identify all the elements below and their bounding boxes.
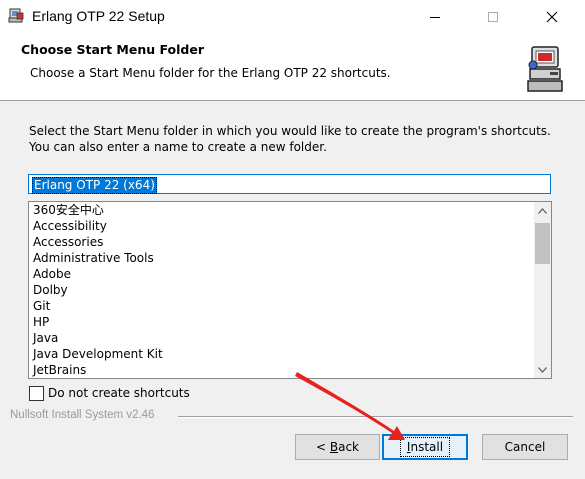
scroll-down-button[interactable] <box>534 361 551 378</box>
list-item[interactable]: 360安全中心 <box>33 202 104 218</box>
branding-divider <box>178 416 573 418</box>
branding-text: Nullsoft Install System v2.46 <box>10 409 155 421</box>
list-item[interactable]: Accessibility <box>33 218 107 234</box>
installer-computer-icon <box>527 46 563 92</box>
list-item[interactable]: Accessories <box>33 234 103 250</box>
page-header: Choose Start Menu Folder Choose a Start … <box>0 33 585 101</box>
page-subtitle: Choose a Start Menu folder for the Erlan… <box>30 66 391 80</box>
list-item[interactable]: Adobe <box>33 266 71 282</box>
install-button-label: Install <box>399 437 451 457</box>
maximize-button[interactable] <box>470 0 516 33</box>
back-button-label: < Back <box>315 440 359 454</box>
installer-app-icon <box>8 8 24 23</box>
scrollbar-thumb[interactable] <box>535 223 550 264</box>
maximize-icon <box>488 11 498 22</box>
list-item[interactable]: Java Development Kit <box>33 346 163 362</box>
page-title: Choose Start Menu Folder <box>21 42 204 57</box>
list-item[interactable]: JetBrains <box>33 362 86 378</box>
folder-name-value: Erlang OTP 22 (x64) <box>32 177 157 194</box>
back-button[interactable]: < Back <box>295 434 380 460</box>
no-shortcuts-checkbox[interactable] <box>29 386 44 401</box>
scroll-up-button[interactable] <box>534 202 551 219</box>
no-shortcuts-label[interactable]: Do not create shortcuts <box>48 386 190 400</box>
close-icon <box>546 11 558 22</box>
folder-list-scrollbar[interactable] <box>534 202 551 378</box>
list-item[interactable]: Administrative Tools <box>33 250 154 266</box>
folder-name-input[interactable]: Erlang OTP 22 (x64) <box>28 174 551 194</box>
chevron-up-icon <box>538 207 547 214</box>
list-item[interactable]: Java <box>33 330 58 346</box>
list-item[interactable]: Git <box>33 298 50 314</box>
close-button[interactable] <box>529 0 575 33</box>
list-item[interactable]: HP <box>33 314 49 330</box>
folder-list[interactable]: 360安全中心 Accessibility Accessories Admini… <box>28 201 552 379</box>
instruction-text: Select the Start Menu folder in which yo… <box>29 124 551 154</box>
cancel-button-label: Cancel <box>504 440 546 454</box>
cancel-button[interactable]: Cancel <box>482 434 568 460</box>
minimize-button[interactable] <box>412 0 458 33</box>
title-bar: Erlang OTP 22 Setup <box>0 0 585 33</box>
install-button[interactable]: Install <box>382 434 468 460</box>
minimize-icon <box>430 16 440 18</box>
list-item[interactable]: Dolby <box>33 282 68 298</box>
chevron-down-icon <box>538 366 547 373</box>
window-title: Erlang OTP 22 Setup <box>32 8 165 24</box>
